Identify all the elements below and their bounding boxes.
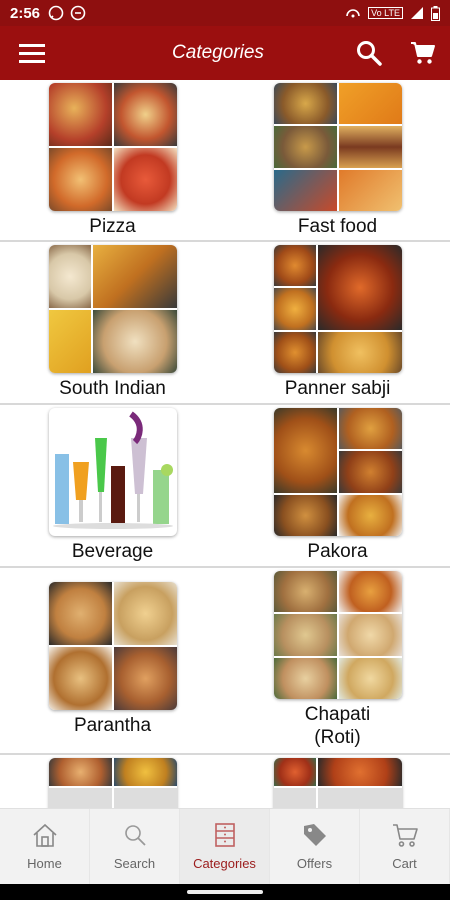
hotspot-icon <box>346 9 360 18</box>
category-partial[interactable] <box>225 755 450 808</box>
nav-label: Offers <box>296 856 333 871</box>
status-bar: 2:56 Vo LTE <box>0 0 450 26</box>
nav-search[interactable]: Search <box>90 809 180 884</box>
nav-categories[interactable]: Categories <box>180 809 270 884</box>
category-panner-sabji[interactable]: Panner sabji <box>225 242 450 403</box>
bottom-nav: Home Search Categories Offers Cart <box>0 808 450 884</box>
category-pizza[interactable]: Pizza <box>0 80 225 240</box>
category-label: Beverage <box>71 541 154 562</box>
category-label: Pizza <box>89 216 136 237</box>
category-row: Beverage Pakora <box>0 405 450 568</box>
category-row <box>0 755 450 808</box>
search-icon <box>124 825 146 846</box>
category-image <box>273 571 402 699</box>
category-image <box>273 408 402 536</box>
nav-label: Categories <box>193 856 256 871</box>
category-label: South Indian <box>59 378 166 399</box>
nav-cart[interactable]: Cart <box>360 809 450 884</box>
beverage-glasses-icon <box>52 411 173 529</box>
home-icon <box>32 823 57 847</box>
category-image <box>48 245 177 373</box>
status-time: 2:56 <box>10 4 41 22</box>
category-fast-food[interactable]: Fast food <box>225 80 450 240</box>
gesture-bar <box>0 884 450 900</box>
nav-offers[interactable]: Offers <box>270 809 360 884</box>
sync-icon <box>70 5 86 21</box>
search-button[interactable] <box>342 26 396 80</box>
category-parantha[interactable]: Parantha <box>0 568 225 753</box>
category-label: Panner sabji <box>284 378 391 399</box>
category-grid: Pizza Fast food South Indian Panner sabj… <box>0 80 450 808</box>
network-label: Vo LTE <box>368 7 403 19</box>
hamburger-icon <box>19 44 45 63</box>
category-row: Parantha Chapati (Roti) <box>0 568 450 755</box>
category-image <box>273 83 402 211</box>
nav-home[interactable]: Home <box>0 809 90 884</box>
category-image <box>273 758 402 808</box>
search-icon <box>357 41 382 66</box>
category-row: Pizza Fast food <box>0 80 450 242</box>
page-title: Categories <box>172 42 264 63</box>
category-partial[interactable] <box>0 755 225 808</box>
menu-button[interactable] <box>0 26 64 80</box>
battery-icon <box>431 5 440 21</box>
category-image <box>48 582 177 710</box>
cart-button[interactable] <box>396 26 450 80</box>
category-chapati[interactable]: Chapati (Roti) <box>225 568 450 753</box>
category-row: South Indian Panner sabji <box>0 242 450 405</box>
cart-icon <box>411 42 435 64</box>
nav-label: Cart <box>392 856 417 871</box>
category-image <box>48 408 177 536</box>
category-image <box>48 83 177 211</box>
category-label: Parantha <box>73 715 152 736</box>
tag-icon <box>303 824 326 846</box>
category-label: Chapati (Roti) <box>304 704 371 748</box>
category-image <box>48 758 177 808</box>
category-pakora[interactable]: Pakora <box>225 405 450 566</box>
app-bar: Categories <box>0 26 450 80</box>
home-indicator[interactable] <box>187 890 263 894</box>
category-image <box>273 245 402 373</box>
signal-icon <box>411 7 423 19</box>
category-label: Fast food <box>297 216 378 237</box>
cart-icon <box>392 824 418 847</box>
nav-label: Search <box>113 856 156 871</box>
whatsapp-icon <box>48 5 64 21</box>
categories-icon <box>214 823 235 847</box>
category-label: Pakora <box>307 541 368 562</box>
category-beverage[interactable]: Beverage <box>0 405 225 566</box>
nav-label: Home <box>27 856 62 871</box>
category-south-indian[interactable]: South Indian <box>0 242 225 403</box>
